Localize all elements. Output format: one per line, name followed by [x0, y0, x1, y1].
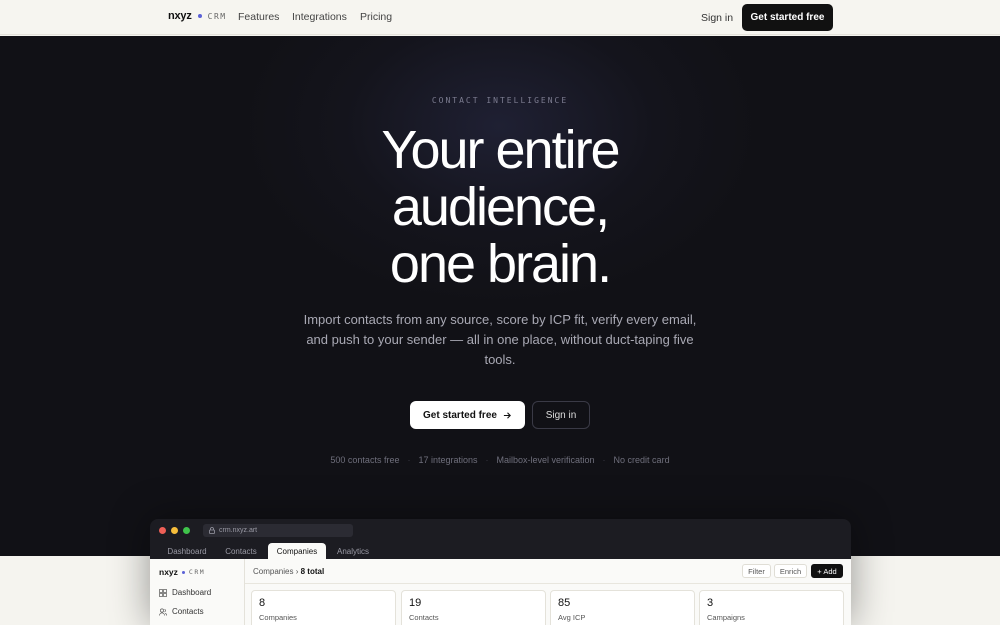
tab-companies[interactable]: Companies	[268, 543, 326, 559]
stat-value: 3	[707, 597, 714, 609]
feature-item: Mailbox-level verification	[496, 455, 595, 465]
breadcrumb-root[interactable]: Companies	[253, 567, 293, 576]
preview-brand: nxyz CRM	[159, 567, 205, 577]
hero-headline: Your entire audience, one brain.	[0, 122, 1000, 293]
sidebar-item-contacts[interactable]: Contacts	[159, 607, 204, 616]
enrich-button[interactable]: Enrich	[774, 564, 807, 578]
lock-icon	[209, 527, 215, 534]
hero-sign-in-button[interactable]: Sign in	[532, 401, 590, 429]
brand-dot-icon	[197, 14, 202, 18]
stat-label: Contacts	[409, 613, 439, 622]
preview-tabs: Dashboard Contacts Companies Analytics	[150, 543, 851, 559]
preview-sidebar: nxyz CRM Dashboard Contacts	[150, 559, 245, 625]
stat-card-campaigns: 3 Campaigns	[699, 590, 844, 625]
headline-line-2: audience,	[391, 177, 610, 237]
breadcrumb: Companies › 8 total	[253, 567, 324, 576]
brand-logo[interactable]: nxyz CRM	[168, 10, 227, 22]
preview-brand-tag: CRM	[188, 568, 206, 576]
feature-item: No credit card	[613, 455, 670, 465]
tab-dashboard[interactable]: Dashboard	[160, 543, 214, 559]
hero-get-started-label: Get started free	[423, 409, 497, 421]
hero-section: CONTACT INTELLIGENCE Your entire audienc…	[0, 36, 1000, 556]
grid-icon	[159, 588, 167, 597]
stat-card-contacts: 19 Contacts	[401, 590, 546, 625]
feature-item: 17 integrations	[418, 455, 478, 465]
breadcrumb-separator: ›	[295, 567, 299, 576]
nav-get-started-button[interactable]: Get started free	[742, 4, 833, 31]
preview-body: nxyz CRM Dashboard Contacts Companies › …	[150, 559, 851, 625]
brand-tag: CRM	[207, 11, 227, 21]
stat-value: 19	[409, 597, 422, 609]
headline-line-3: one brain.	[389, 234, 612, 294]
add-button[interactable]: + Add	[811, 564, 843, 578]
tab-analytics[interactable]: Analytics	[328, 543, 378, 559]
maximize-dot-icon	[183, 527, 190, 534]
hero-subtitle: Import contacts from any source, score b…	[303, 312, 697, 367]
nav-link-pricing[interactable]: Pricing	[360, 11, 392, 23]
headline-line-1: Your entire	[381, 120, 620, 180]
brand-name: nxyz	[168, 10, 192, 22]
sidebar-item-dashboard[interactable]: Dashboard	[159, 588, 211, 597]
url-text: crm.nxyz.art	[219, 527, 258, 534]
close-dot-icon	[159, 527, 166, 534]
preview-toolbar: Companies › 8 total Filter Enrich + Add	[245, 559, 851, 584]
stat-label: Avg ICP	[558, 613, 586, 622]
stat-card-companies: 8 Companies	[251, 590, 396, 625]
hero-feature-list: 500 contacts free · 17 integrations · Ma…	[0, 455, 1000, 465]
hero-eyebrow: CONTACT INTELLIGENCE	[431, 96, 569, 105]
sidebar-item-label: Dashboard	[172, 588, 212, 597]
stat-label: Campaigns	[707, 613, 745, 622]
preview-brand-name: nxyz	[159, 567, 178, 577]
minimize-dot-icon	[171, 527, 178, 534]
arrow-right-icon	[503, 411, 511, 419]
sidebar-item-label: Contacts	[172, 607, 204, 616]
nav-link-features[interactable]: Features	[238, 11, 279, 23]
users-icon	[159, 608, 167, 616]
preview-brand-dot-icon	[181, 570, 185, 574]
stat-value: 85	[558, 597, 571, 609]
stat-card-avg-icp: 85 Avg ICP	[550, 590, 695, 625]
stat-label: Companies	[259, 613, 297, 622]
nav-link-integrations[interactable]: Integrations	[292, 11, 347, 23]
breadcrumb-count: 8 total	[300, 567, 325, 576]
feature-item: 500 contacts free	[330, 455, 400, 465]
tab-contacts[interactable]: Contacts	[216, 543, 266, 559]
top-nav: nxyz CRM Features Integrations Pricing S…	[0, 0, 1000, 35]
url-bar: crm.nxyz.art	[203, 524, 353, 537]
stat-value: 8	[259, 597, 266, 609]
nav-sign-in-link[interactable]: Sign in	[701, 12, 733, 24]
hero-get-started-button[interactable]: Get started free	[410, 401, 525, 429]
app-preview-window: crm.nxyz.art Dashboard Contacts Companie…	[150, 519, 851, 625]
filter-button[interactable]: Filter	[742, 564, 771, 578]
